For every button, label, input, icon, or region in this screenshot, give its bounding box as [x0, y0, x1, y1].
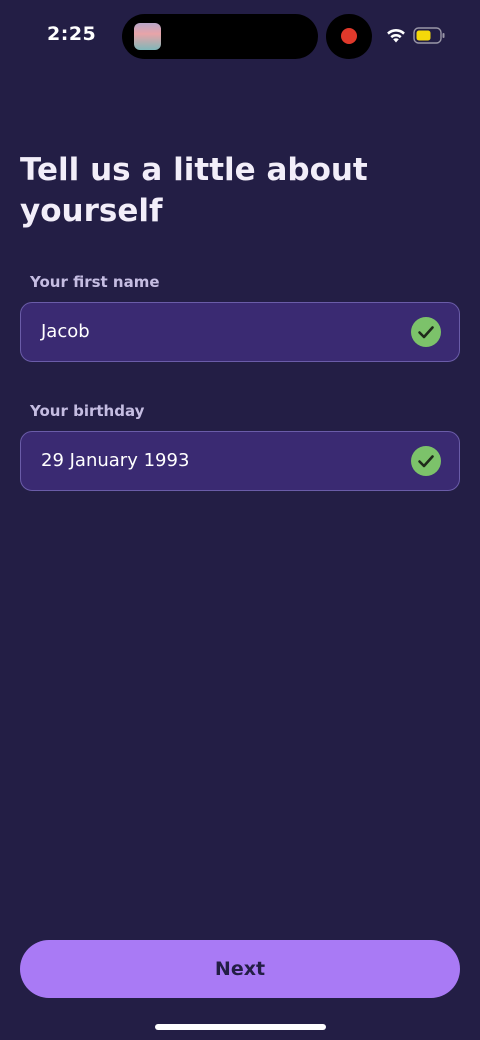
first-name-label: Your first name	[30, 273, 160, 291]
screen-recording-indicator[interactable]	[326, 14, 372, 59]
wifi-icon	[387, 28, 405, 43]
live-activity-app-icon[interactable]	[134, 23, 161, 50]
battery-icon	[413, 27, 445, 44]
dynamic-island[interactable]	[122, 14, 318, 59]
birthday-label: Your birthday	[30, 402, 145, 420]
check-icon	[411, 317, 441, 347]
home-indicator[interactable]	[155, 1024, 326, 1030]
first-name-value[interactable]: Jacob	[41, 321, 90, 342]
birthday-value[interactable]: 29 January 1993	[41, 450, 189, 471]
status-bar: 2:25	[0, 0, 480, 72]
status-time: 2:25	[47, 23, 97, 45]
record-icon	[341, 28, 357, 44]
page-title: Tell us a little about yourself	[20, 152, 368, 229]
birthday-field[interactable]: 29 January 1993	[20, 431, 460, 491]
next-button[interactable]: Next	[20, 940, 460, 998]
check-icon	[411, 446, 441, 476]
first-name-field[interactable]: Jacob	[20, 302, 460, 362]
